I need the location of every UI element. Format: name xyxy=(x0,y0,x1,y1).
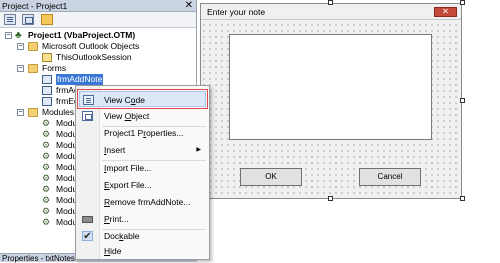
folder-icon xyxy=(28,42,38,51)
project-pane-titlebar[interactable]: Project - Project1 ✕ xyxy=(0,0,196,12)
module-icon: ⚙ xyxy=(42,184,51,194)
collapse-icon[interactable]: − xyxy=(17,65,24,72)
menu-item-dockable[interactable]: ✔ Dockable xyxy=(76,228,209,244)
module-icon: ⚙ xyxy=(42,140,51,150)
module-icon: ⚙ xyxy=(42,118,51,128)
tree-folder-label: Forms xyxy=(42,63,67,73)
userform-titlebar[interactable]: Enter your note ✕ xyxy=(201,4,461,20)
tree-item-label: frmAddNote xyxy=(56,74,104,85)
menu-item-label: Hide xyxy=(104,246,122,256)
resize-handle[interactable] xyxy=(328,0,333,5)
note-textbox[interactable] xyxy=(229,34,432,140)
userform-icon xyxy=(42,97,52,106)
project-pane-toolbar xyxy=(0,12,196,28)
checkmark-icon: ✔ xyxy=(82,231,93,242)
resize-handle[interactable] xyxy=(328,196,333,201)
menu-item-label: View Object xyxy=(104,111,150,121)
userform-icon xyxy=(42,75,52,84)
tree-folder-forms[interactable]: − Forms xyxy=(0,63,197,74)
module-icon: ⚙ xyxy=(42,195,51,205)
tree-root-label: Project1 (VbaProject.OTM) xyxy=(28,30,136,40)
resize-handle[interactable] xyxy=(460,98,465,103)
tree-item-form[interactable]: frmAddNote xyxy=(0,74,197,85)
menu-item-hide[interactable]: Hide xyxy=(76,243,209,259)
menu-item-view-code[interactable]: View Code xyxy=(77,89,208,109)
menu-item-label: Remove frmAddNote... xyxy=(104,197,191,207)
collapse-icon[interactable]: − xyxy=(17,43,24,50)
collapse-icon[interactable]: − xyxy=(17,109,24,116)
vba-project-icon: ♣ xyxy=(15,30,22,41)
toggle-folders-button[interactable] xyxy=(40,14,53,25)
module-icon: ⚙ xyxy=(42,173,51,183)
menu-item-remove-form[interactable]: Remove frmAddNote... xyxy=(76,194,209,210)
userform-title: Enter your note xyxy=(207,7,266,17)
printer-icon xyxy=(82,216,93,223)
view-code-icon xyxy=(83,95,94,105)
menu-item-import-file[interactable]: Import File... xyxy=(76,160,209,176)
folder-icon xyxy=(28,108,38,117)
view-object-icon xyxy=(82,111,93,121)
resize-handle[interactable] xyxy=(460,0,465,5)
menu-item-label: Import File... xyxy=(104,163,152,173)
project-pane-title: Project - Project1 xyxy=(2,1,68,11)
module-icon: ⚙ xyxy=(42,162,51,172)
cancel-button[interactable]: Cancel xyxy=(359,168,421,186)
tree-item-label: ThisOutlookSession xyxy=(56,52,132,62)
ok-button[interactable]: OK xyxy=(240,168,302,186)
tree-root[interactable]: − ♣ Project1 (VbaProject.OTM) xyxy=(0,30,197,41)
tree-folder-label: Microsoft Outlook Objects xyxy=(42,41,140,51)
tree-item-session[interactable]: ThisOutlookSession xyxy=(0,52,197,63)
menu-item-label: Insert xyxy=(104,145,126,155)
menu-item-properties[interactable]: Project1 Properties... xyxy=(76,125,209,141)
folder-icon xyxy=(28,64,38,73)
userform-icon xyxy=(42,86,52,95)
tree-folder-label: Modules xyxy=(42,107,75,117)
collapse-icon[interactable]: − xyxy=(5,32,12,39)
menu-item-label: Project1 Properties... xyxy=(104,128,184,138)
view-code-toolbar-button[interactable] xyxy=(4,14,16,25)
view-object-toolbar-button[interactable] xyxy=(22,14,35,25)
menu-item-label: View Code xyxy=(104,95,145,105)
menu-item-label: Export File... xyxy=(104,180,152,190)
module-icon: ⚙ xyxy=(42,129,51,139)
context-menu: View Code View Object Project1 Propertie… xyxy=(75,85,210,260)
module-icon: ⚙ xyxy=(42,206,51,216)
session-icon xyxy=(42,53,52,62)
menu-item-label: Dockable xyxy=(104,231,140,241)
menu-item-insert[interactable]: Insert ▶ xyxy=(76,142,209,158)
menu-item-export-file[interactable]: Export File... xyxy=(76,177,209,193)
form-designer: Enter your note ✕ OK Cancel xyxy=(197,0,500,262)
userform-canvas[interactable]: Enter your note ✕ OK Cancel xyxy=(200,3,462,199)
menu-item-print[interactable]: Print... xyxy=(76,211,209,227)
close-icon[interactable]: ✕ xyxy=(185,0,193,12)
menu-item-label: Print... xyxy=(104,214,129,224)
tree-folder-outlook-objects[interactable]: − Microsoft Outlook Objects xyxy=(0,41,197,52)
menu-item-view-object[interactable]: View Object xyxy=(76,108,209,124)
resize-handle[interactable] xyxy=(460,196,465,201)
module-icon: ⚙ xyxy=(42,217,51,227)
module-icon: ⚙ xyxy=(42,151,51,161)
close-icon[interactable]: ✕ xyxy=(434,7,457,17)
submenu-arrow-icon: ▶ xyxy=(196,147,201,153)
